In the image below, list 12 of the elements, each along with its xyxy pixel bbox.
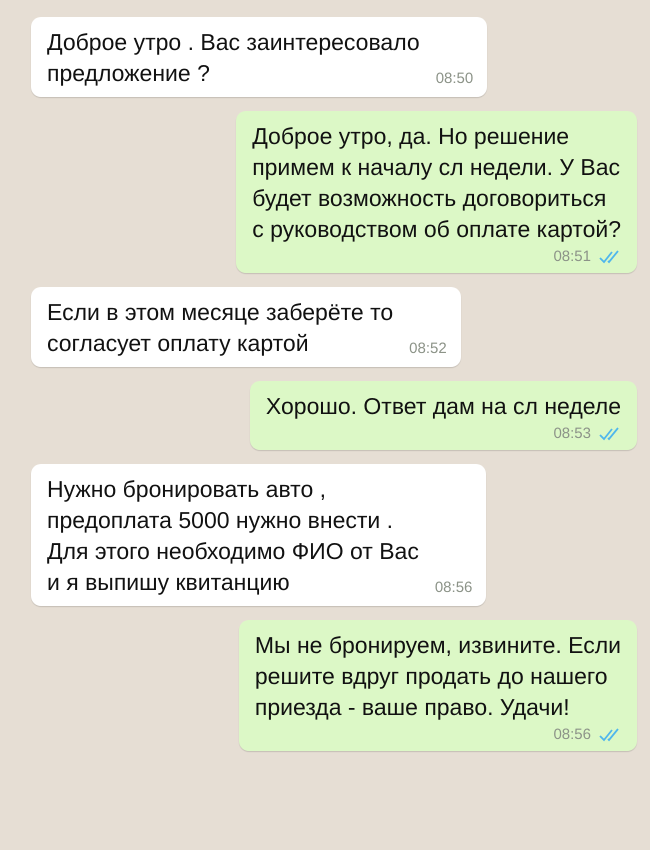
message-text: Если в этом месяце заберёте то согласует оплату картой [47,298,394,358]
message-time: 08:56 [553,725,591,745]
message-text: Доброе утро, да. Но решение примем к началу сл недели. У Вас будет возможность договориться с руководством об оплате картой? [252,122,621,244]
message-text: Нужно бронировать авто , предоплата 5000 нужно внести . Для этого необходимо ФИО от Вас и я выпишу квитанцию [47,475,419,597]
message-time: 08:56 [434,578,472,598]
message-time: 08:50 [436,69,474,89]
message-time: 08:53 [553,424,591,444]
message-text: Хорошо. Ответ дам на сл неделе [266,392,621,421]
message-time: 08:52 [409,339,447,359]
message-text: Доброе утро . Вас заинтересовало предложение ? [47,28,420,88]
message-time: 08:51 [553,247,591,267]
message-text: Мы не бронируем, извините. Если решите вдруг продать до нашего приезда - ваше право. Удачи! [254,631,621,722]
